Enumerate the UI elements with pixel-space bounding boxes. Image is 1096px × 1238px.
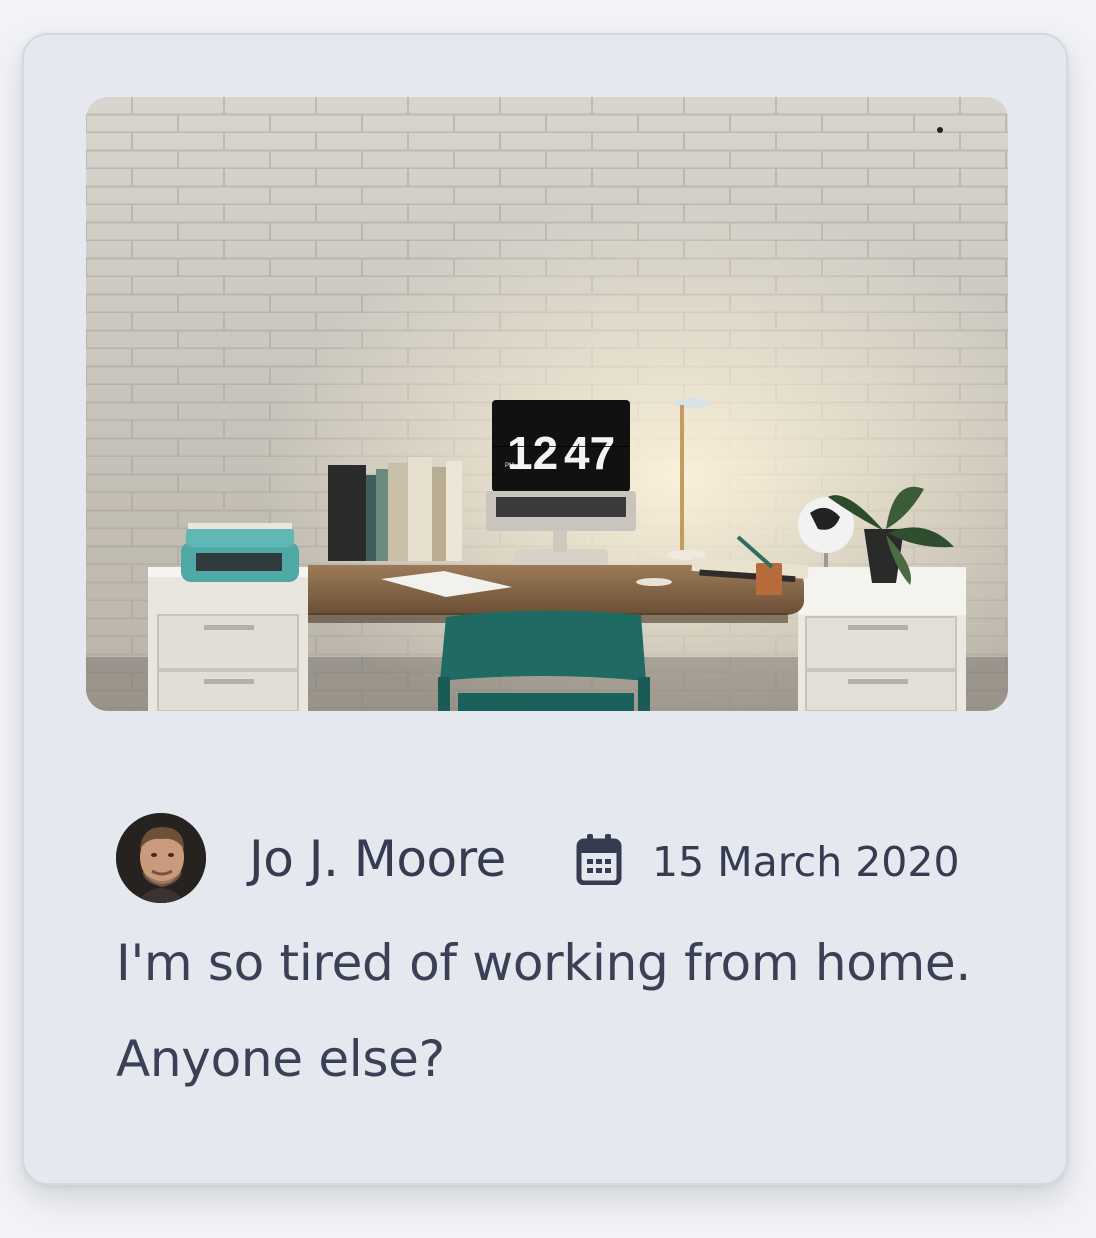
post-card: 12 47 PM Jo J. Moore 15 March 2020 I'm s… [22, 33, 1068, 1185]
post-date: 15 March 2020 [652, 838, 960, 886]
calendar-icon [576, 833, 622, 886]
post-meta: Jo J. Moore 15 March 2020 [116, 811, 1016, 903]
avatar[interactable] [116, 813, 206, 903]
clock-minutes: 47 [564, 427, 615, 479]
clock-hours: 12 [507, 427, 558, 479]
clock-period: PM [505, 463, 514, 469]
post-image: 12 47 PM [86, 97, 1008, 711]
post-text: I'm so tired of working from home. Anyon… [116, 934, 971, 1088]
author-name[interactable]: Jo J. Moore [249, 829, 506, 889]
